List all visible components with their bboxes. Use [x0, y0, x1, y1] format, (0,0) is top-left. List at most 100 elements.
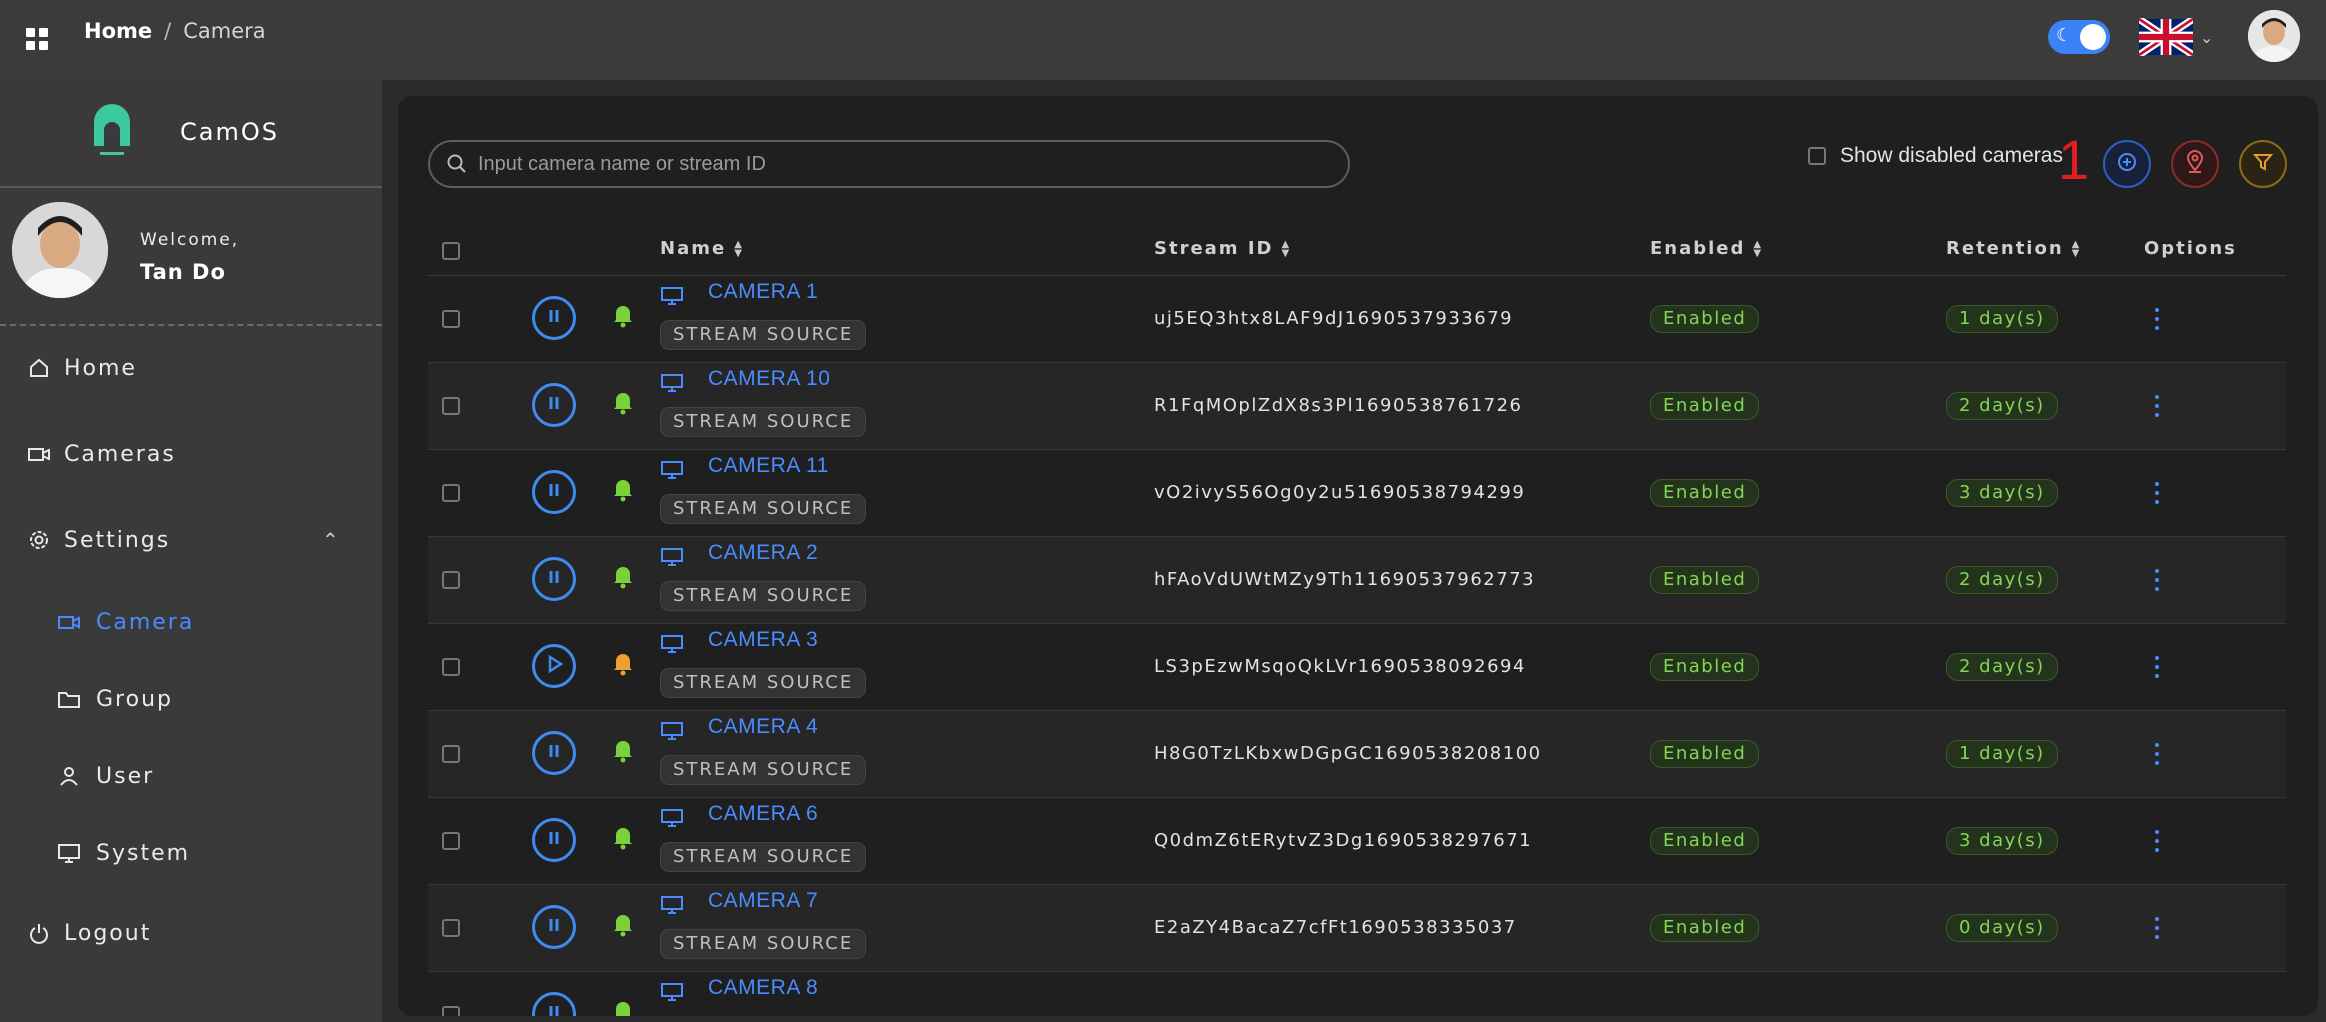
map-location-button[interactable]: [2171, 140, 2219, 188]
column-header-enabled[interactable]: Enabled ▲ ▼: [1650, 238, 1763, 259]
sidebar-item-logout[interactable]: Logout: [0, 905, 382, 961]
row-checkbox[interactable]: [442, 919, 460, 937]
retention-badge: 0 day(s): [1946, 914, 2058, 942]
pause-icon: [544, 393, 564, 417]
sidebar-item-label: Camera: [96, 609, 195, 635]
bell-icon[interactable]: [612, 650, 634, 676]
row-checkbox[interactable]: [442, 484, 460, 502]
table-row[interactable]: CAMERA 11 STREAM SOURCE vO2ivyS56Og0y2u516…: [428, 450, 2286, 537]
more-options-icon[interactable]: [2152, 391, 2162, 421]
monitor-icon: [660, 808, 684, 828]
avatar[interactable]: [2248, 10, 2300, 62]
pause-button[interactable]: [532, 992, 576, 1016]
status-badge: Enabled: [1650, 740, 1760, 768]
bell-icon[interactable]: [612, 389, 634, 415]
uk-flag-icon[interactable]: [2137, 16, 2195, 58]
table-row[interactable]: CAMERA 10 STREAM SOURCE R1FqMOplZdX8s3Pl16…: [428, 363, 2286, 450]
chevron-down-icon[interactable]: ⌄: [2200, 28, 2213, 47]
sidebar-item-settings[interactable]: Settings ⌃: [0, 512, 382, 568]
pause-button[interactable]: [532, 557, 576, 601]
show-disabled-toggle[interactable]: Show disabled cameras: [1808, 144, 2063, 168]
table-row[interactable]: CAMERA 1 STREAM SOURCE uj5EQ3htx8LAF9dJ169…: [428, 276, 2286, 363]
column-header-label: Stream ID: [1154, 238, 1274, 259]
camera-name-link[interactable]: CAMERA 6: [708, 802, 818, 826]
table-row[interactable]: CAMERA 3 STREAM SOURCE LS3pEzwMsqoQkLVr169…: [428, 624, 2286, 711]
more-options-icon[interactable]: [2152, 913, 2162, 943]
more-options-icon[interactable]: [2152, 565, 2162, 595]
row-checkbox[interactable]: [442, 397, 460, 415]
source-tag: STREAM SOURCE: [660, 929, 867, 959]
camera-name-link[interactable]: CAMERA 3: [708, 628, 818, 652]
source-tag: STREAM SOURCE: [660, 581, 867, 611]
pause-button[interactable]: [532, 470, 576, 514]
table-row[interactable]: CAMERA 2 STREAM SOURCE hFAoVdUWtMZy9Th1169…: [428, 537, 2286, 624]
stream-id: LS3pEzwMsqoQkLVr1690538092694: [1154, 656, 1526, 677]
filter-button[interactable]: [2239, 140, 2287, 188]
status-badge: Enabled: [1650, 566, 1760, 594]
camera-name-link[interactable]: CAMERA 2: [708, 541, 818, 565]
column-header-name[interactable]: Name ▲ ▼: [660, 238, 744, 259]
chevron-up-icon[interactable]: ⌃: [322, 528, 341, 552]
bell-icon[interactable]: [612, 563, 634, 589]
bell-icon[interactable]: [612, 911, 634, 937]
apps-grid-icon[interactable]: [26, 28, 48, 50]
sidebar-item-group[interactable]: Group: [0, 671, 382, 727]
sort-icon: ▲ ▼: [1281, 238, 1292, 259]
row-checkbox[interactable]: [442, 571, 460, 589]
pause-button[interactable]: [532, 296, 576, 340]
column-header-label: Options: [2144, 238, 2237, 259]
sidebar-item-user[interactable]: User: [0, 748, 382, 804]
monitor-icon: [660, 634, 684, 654]
bell-icon[interactable]: [612, 476, 634, 502]
table-row[interactable]: CAMERA 4 STREAM SOURCE H8G0TzLKbxwDGpGC169…: [428, 711, 2286, 798]
table-row[interactable]: CAMERA 8STREAM SOURCE: [428, 972, 2286, 1016]
camera-name-link[interactable]: CAMERA 11: [708, 454, 829, 478]
camera-name-link[interactable]: CAMERA 1: [708, 280, 818, 304]
sidebar-item-system[interactable]: System: [0, 825, 382, 881]
camera-name-link[interactable]: CAMERA 4: [708, 715, 818, 739]
pause-button[interactable]: [532, 383, 576, 427]
more-options-icon[interactable]: [2152, 739, 2162, 769]
bell-icon[interactable]: [612, 302, 634, 328]
pause-button[interactable]: [532, 818, 576, 862]
pause-button[interactable]: [532, 731, 576, 775]
show-disabled-checkbox[interactable]: [1808, 147, 1826, 165]
play-icon: [544, 654, 564, 678]
camera-name-link[interactable]: CAMERA 10: [708, 367, 830, 391]
stream-id: hFAoVdUWtMZy9Th11690537962773: [1154, 569, 1536, 590]
row-checkbox[interactable]: [442, 1006, 460, 1016]
pause-icon: [544, 1002, 564, 1016]
row-checkbox[interactable]: [442, 658, 460, 676]
row-checkbox[interactable]: [442, 310, 460, 328]
source-tag: STREAM SOURCE: [660, 407, 867, 437]
more-options-icon[interactable]: [2152, 478, 2162, 508]
search-input[interactable]: [478, 148, 1338, 180]
camera-name-link[interactable]: CAMERA 8: [708, 976, 818, 1000]
play-button[interactable]: [532, 644, 576, 688]
breadcrumb-home[interactable]: Home: [84, 19, 152, 43]
sidebar-item-home[interactable]: Home: [0, 340, 382, 396]
select-all-checkbox[interactable]: [442, 242, 460, 260]
table-row[interactable]: CAMERA 6 STREAM SOURCE Q0dmZ6tERytvZ3Dg169…: [428, 798, 2286, 885]
column-header-stream-id[interactable]: Stream ID ▲ ▼: [1154, 238, 1291, 259]
row-checkbox[interactable]: [442, 745, 460, 763]
sidebar-item-cameras[interactable]: Cameras: [0, 426, 382, 482]
camera-name-link[interactable]: CAMERA 7: [708, 889, 818, 913]
theme-toggle[interactable]: ☾: [2048, 20, 2110, 54]
sidebar-item-camera[interactable]: Camera: [0, 594, 382, 650]
row-checkbox[interactable]: [442, 832, 460, 850]
pause-button[interactable]: [532, 905, 576, 949]
column-header-retention[interactable]: Retention ▲ ▼: [1946, 238, 2081, 259]
bell-icon[interactable]: [612, 998, 634, 1016]
bell-icon[interactable]: [612, 737, 634, 763]
user-profile: Welcome, Tan Do: [0, 190, 382, 326]
add-camera-button[interactable]: [2103, 140, 2151, 188]
more-options-icon[interactable]: [2152, 304, 2162, 334]
location-pin-icon: [2184, 150, 2206, 178]
bell-icon[interactable]: [612, 824, 634, 850]
table-row[interactable]: CAMERA 7 STREAM SOURCE E2aZY4BacaZ7cfFt169…: [428, 885, 2286, 972]
status-badge: Enabled: [1650, 827, 1760, 855]
camera-list-panel: Show disabled cameras 1 Name ▲▼ Stream I…: [398, 96, 2318, 1016]
more-options-icon[interactable]: [2152, 826, 2162, 856]
more-options-icon[interactable]: [2152, 652, 2162, 682]
